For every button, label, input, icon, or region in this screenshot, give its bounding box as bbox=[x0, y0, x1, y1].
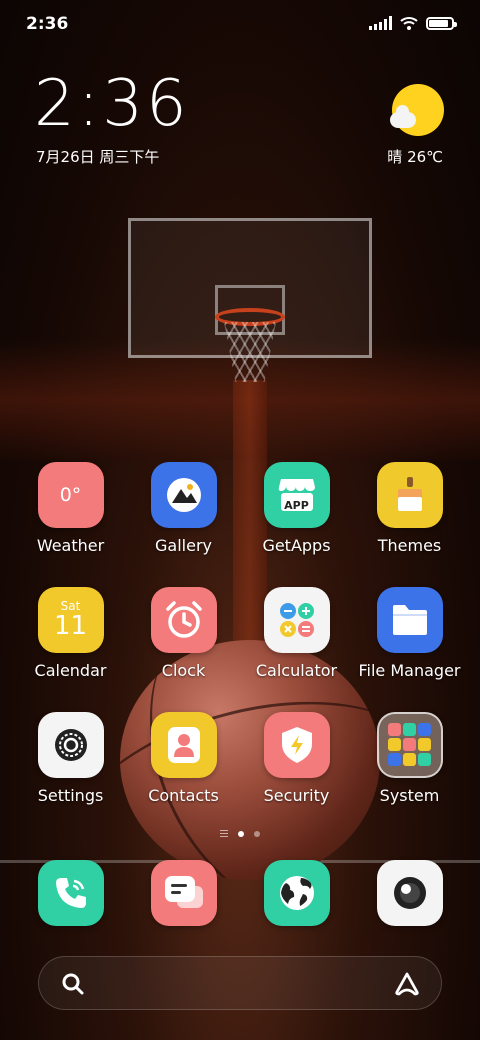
app-label-gallery: Gallery bbox=[155, 536, 212, 555]
dock-messages[interactable] bbox=[127, 860, 240, 926]
file-manager-icon bbox=[376, 587, 443, 653]
assistant-icon[interactable] bbox=[393, 970, 421, 998]
app-gallery[interactable]: Gallery bbox=[127, 462, 240, 555]
app-system-folder[interactable]: System bbox=[353, 712, 466, 805]
app-label-getapps: GetApps bbox=[262, 536, 331, 555]
getapps-icon-text: APP bbox=[284, 499, 309, 512]
dock-phone[interactable] bbox=[14, 860, 127, 926]
status-time: 2:36 bbox=[26, 14, 69, 34]
search-bar[interactable] bbox=[38, 956, 442, 1010]
contacts-icon bbox=[150, 712, 217, 778]
app-label-weather: Weather bbox=[36, 536, 105, 555]
clock-icon bbox=[150, 587, 217, 653]
app-label-file-manager: File Manager bbox=[358, 661, 461, 680]
phone-icon bbox=[37, 860, 104, 926]
clock-widget-date[interactable]: 7月26日 周三下午 bbox=[36, 146, 159, 167]
cloud-icon bbox=[390, 105, 416, 128]
status-bar: 2:36 bbox=[26, 14, 457, 38]
wifi-icon bbox=[400, 17, 418, 30]
app-label-calendar: Calendar bbox=[34, 661, 107, 680]
page-menu-icon[interactable] bbox=[220, 830, 228, 837]
app-weather[interactable]: 0° Weather bbox=[14, 462, 127, 555]
app-file-manager[interactable]: File Manager bbox=[353, 587, 466, 680]
app-label-clock: Clock bbox=[161, 661, 206, 680]
page-dot-1[interactable] bbox=[238, 830, 244, 837]
security-icon bbox=[263, 712, 330, 778]
themes-icon bbox=[376, 462, 443, 528]
getapps-icon: APP bbox=[263, 462, 330, 528]
page-indicator[interactable] bbox=[0, 830, 480, 837]
app-themes[interactable]: Themes bbox=[353, 462, 466, 555]
app-label-settings: Settings bbox=[37, 786, 104, 805]
camera-icon bbox=[376, 860, 443, 926]
calendar-icon-day: Sat bbox=[60, 598, 81, 613]
app-calculator[interactable]: Calculator bbox=[240, 587, 353, 680]
weather-icon-temp: 0° bbox=[59, 484, 82, 506]
app-calendar[interactable]: Sat 11 Calendar bbox=[14, 587, 127, 680]
search-icon[interactable] bbox=[61, 972, 85, 996]
app-label-calculator: Calculator bbox=[255, 661, 338, 680]
wallpaper-backboard bbox=[128, 218, 372, 358]
browser-icon bbox=[263, 860, 330, 926]
app-label-contacts: Contacts bbox=[148, 786, 219, 805]
app-settings[interactable]: Settings bbox=[14, 712, 127, 805]
app-contacts[interactable]: Contacts bbox=[127, 712, 240, 805]
app-getapps[interactable]: APP GetApps bbox=[240, 462, 353, 555]
calendar-icon: Sat 11 bbox=[37, 587, 104, 653]
system-folder-icon bbox=[376, 712, 443, 778]
battery-icon bbox=[426, 16, 457, 30]
gallery-icon bbox=[150, 462, 217, 528]
app-label-security: Security bbox=[263, 786, 330, 805]
messages-icon bbox=[150, 860, 217, 926]
weather-icon: 0° bbox=[37, 462, 104, 528]
app-label-themes: Themes bbox=[377, 536, 442, 555]
app-security[interactable]: Security bbox=[240, 712, 353, 805]
signal-icon bbox=[369, 16, 392, 30]
page-dot-2[interactable] bbox=[254, 830, 260, 837]
app-clock[interactable]: Clock bbox=[127, 587, 240, 680]
calculator-icon bbox=[263, 587, 330, 653]
weather-widget-text[interactable]: 晴 26℃ bbox=[387, 146, 443, 167]
clock-widget-time[interactable]: 2:36 bbox=[34, 72, 190, 136]
calendar-icon-date: 11 bbox=[53, 610, 88, 641]
dock-camera[interactable] bbox=[353, 860, 466, 926]
dock-browser[interactable] bbox=[240, 860, 353, 926]
settings-icon bbox=[37, 712, 104, 778]
app-label-system: System bbox=[379, 786, 440, 805]
